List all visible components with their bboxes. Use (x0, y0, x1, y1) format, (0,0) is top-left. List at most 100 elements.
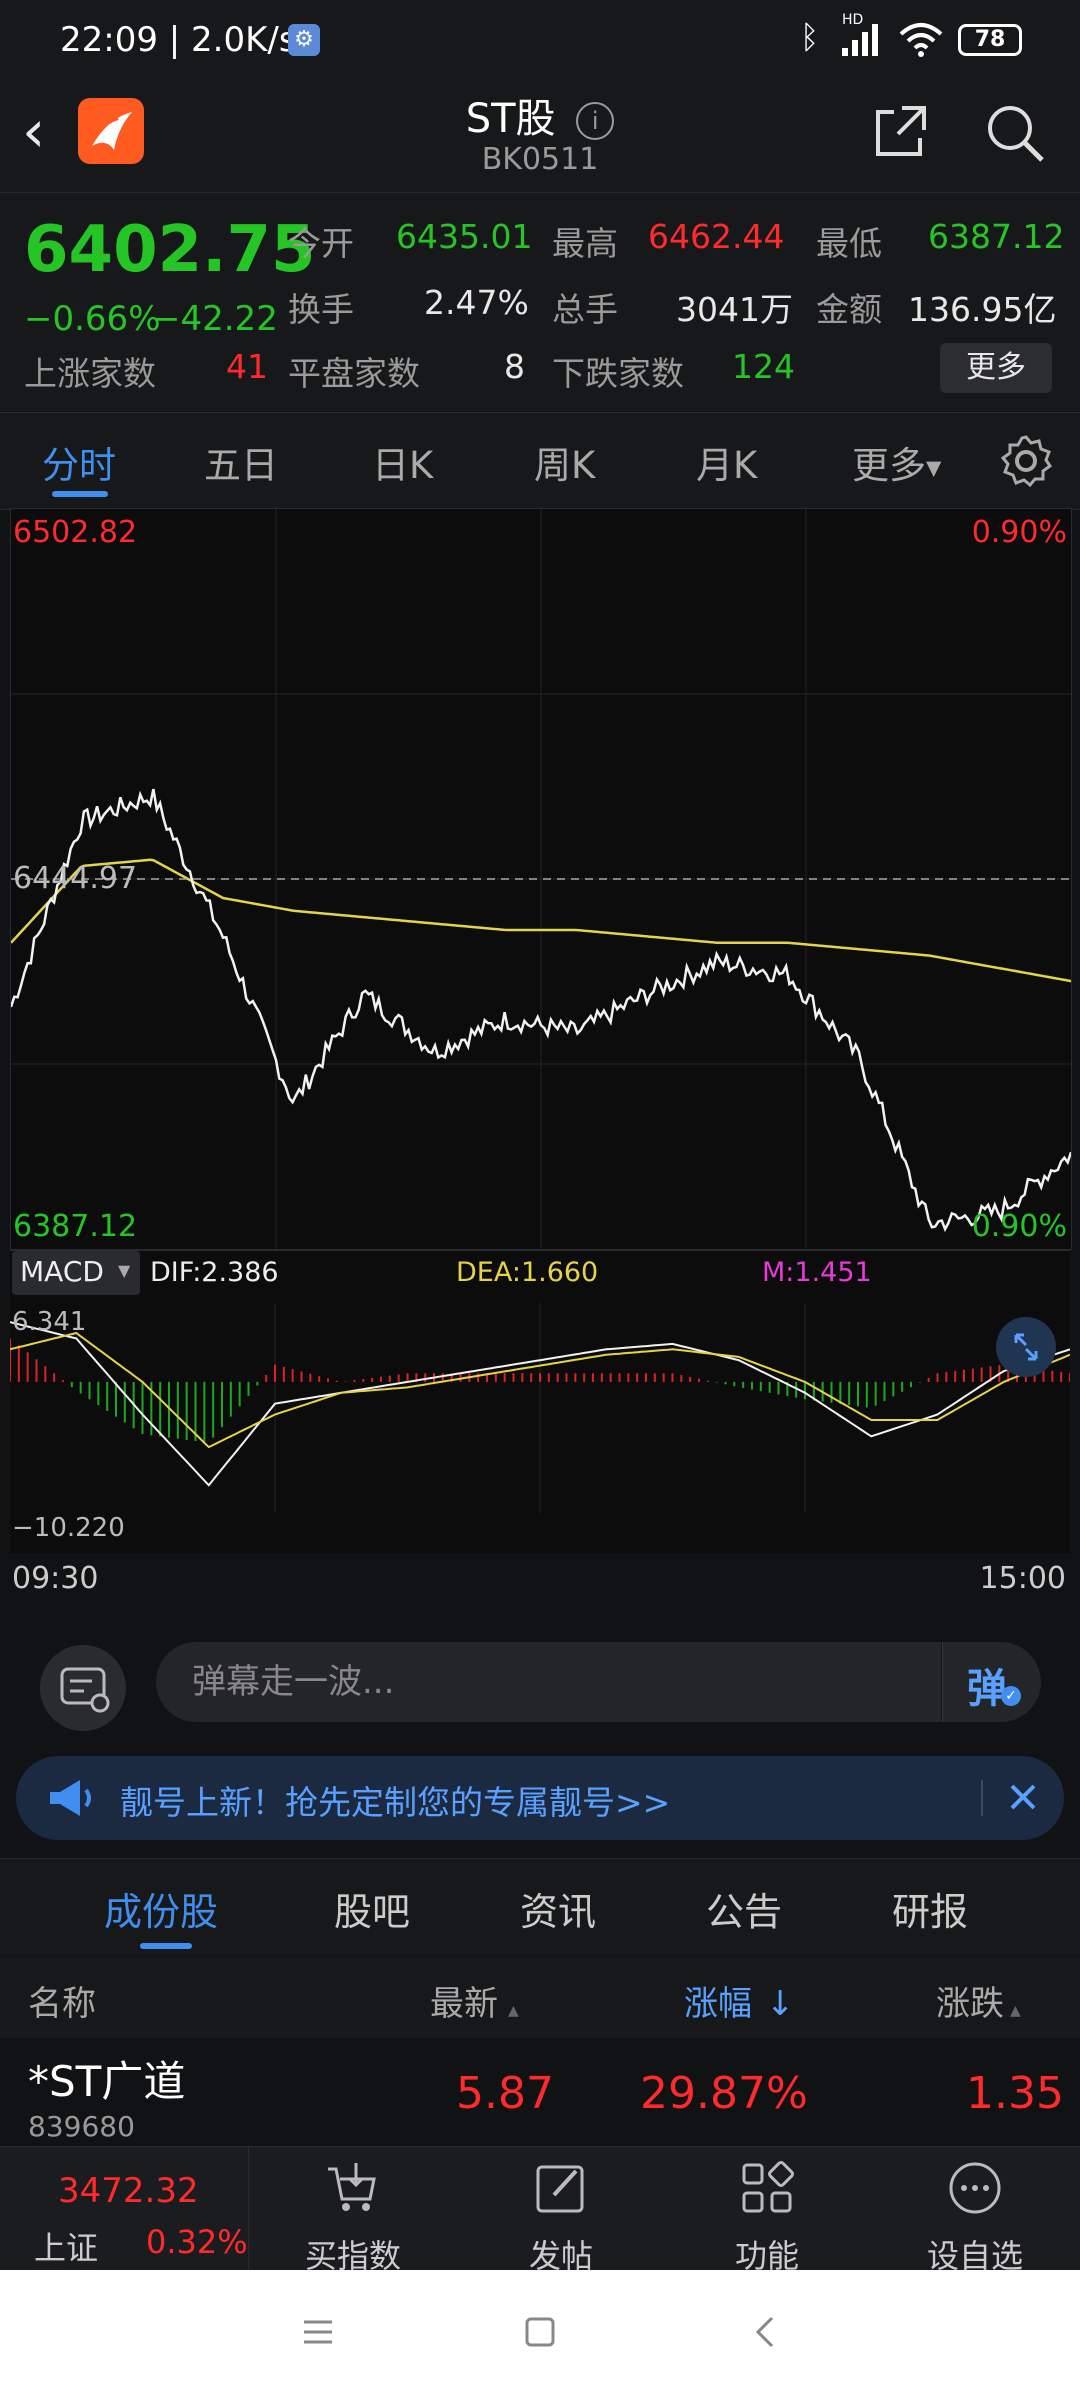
subtab-underline (140, 1943, 192, 1949)
high-label: 最高 (552, 224, 618, 263)
amount-value: 136.95亿 (908, 290, 1057, 329)
flat-count: 8 (504, 347, 525, 386)
up-count: 41 (226, 347, 268, 386)
banner-text: 靓号上新！抢先定制您的专属靓号>> (120, 1783, 671, 1822)
stock-chg: 1.35 (966, 2068, 1064, 2119)
volume-label: 总手 (552, 290, 618, 329)
time-end-label: 15:00 (979, 1561, 1066, 1596)
col-last[interactable]: 最新 ▲ (430, 1976, 519, 2025)
tab-research[interactable]: 研报 (892, 1881, 968, 1936)
macd-chart-svg (10, 1303, 1070, 1513)
divider (981, 1780, 983, 1816)
col-pct[interactable]: 涨幅 ↓ (684, 1976, 795, 2025)
high-value: 6462.44 (648, 217, 785, 256)
add-watchlist-button[interactable]: 设自选 (890, 2147, 1060, 2275)
close-icon[interactable] (998, 1772, 1048, 1826)
col-name[interactable]: 名称 (28, 1976, 96, 2025)
price-min-label: 6387.12 (13, 1209, 138, 1244)
system-nav-bar (0, 2270, 1080, 2400)
index-value: 3472.32 (58, 2171, 199, 2211)
wifi-icon (898, 20, 944, 62)
content-tabs: 成份股 股吧 资讯 公告 研报 (0, 1858, 1080, 1955)
macd-dif: DIF:2.386 (150, 1257, 279, 1288)
volume-value: 3041万 (676, 290, 793, 329)
megaphone-icon (46, 1776, 96, 1824)
intraday-chart[interactable]: 6502.82 0.90% 6444.97 6387.12 0.90% (10, 508, 1072, 1250)
cart-icon (328, 2163, 376, 2211)
sort-icon: ▲ (508, 2003, 519, 2019)
col-last-label: 最新 (430, 1984, 498, 2024)
tab-news[interactable]: 资讯 (520, 1881, 596, 1936)
tab-daily-k[interactable]: 日K (372, 435, 433, 489)
macd-label: MACD (20, 1255, 104, 1288)
edit-icon (536, 2165, 584, 2213)
home-icon[interactable] (522, 2314, 558, 2354)
post-button[interactable]: 发帖 (476, 2147, 646, 2275)
gear-icon[interactable] (998, 433, 1054, 493)
tab-intraday[interactable]: 分时 (42, 435, 116, 489)
check-icon: ✓ (1001, 1686, 1021, 1706)
more-dots-icon (949, 2162, 1001, 2214)
tab-underline (52, 491, 108, 497)
danmaku-button-label: 弹 (967, 1666, 1007, 1712)
stock-name: *ST广道 (28, 2057, 186, 2106)
tab-constituents[interactable]: 成份股 (104, 1881, 218, 1936)
macd-dea: DEA:1.660 (456, 1257, 599, 1288)
more-button[interactable]: 更多 (940, 343, 1052, 393)
dropdown-icon: ▼ (926, 455, 942, 480)
pct-max-label: 0.90% (971, 515, 1067, 550)
macd-max-label: 6.341 (12, 1307, 87, 1337)
danmaku-settings-button[interactable] (40, 1645, 126, 1731)
low-label: 最低 (816, 224, 882, 263)
down-count: 124 (732, 347, 795, 386)
page-title: ST股 (465, 96, 556, 142)
price-max-label: 6502.82 (13, 515, 138, 550)
tab-monthly-k[interactable]: 月K (696, 435, 757, 489)
sort-desc-icon: ↓ (766, 1984, 795, 2024)
share-icon[interactable] (872, 102, 930, 164)
tab-announcements[interactable]: 公告 (706, 1881, 782, 1936)
macd-min-label: −10.220 (12, 1513, 125, 1543)
tab-five-day[interactable]: 五日 (204, 435, 278, 489)
period-tabs: 分时 五日 日K 周K 月K 更多▼ (0, 412, 1080, 510)
sort-icon: ▲ (1010, 2003, 1021, 2019)
col-chg-label: 涨跌 (936, 1984, 1004, 2024)
danmaku-toggle-button[interactable]: 弹 ✓ (942, 1642, 1041, 1722)
buy-index-button[interactable]: 买指数 (268, 2147, 438, 2275)
search-icon[interactable] (984, 102, 1046, 168)
bluetooth-icon: ᛒ (800, 18, 820, 56)
stock-code: 839680 (28, 2110, 135, 2143)
turnover-label: 换手 (288, 290, 354, 329)
status-time: 22:09 | 2.0K/s (60, 20, 297, 60)
back-nav-icon[interactable] (748, 2314, 784, 2354)
open-label: 今开 (288, 224, 354, 263)
flat-count-label: 平盘家数 (288, 354, 420, 393)
expand-icon[interactable] (996, 1317, 1056, 1377)
tab-more[interactable]: 更多▼ (852, 435, 941, 489)
tab-more-label: 更多 (852, 444, 926, 487)
low-value: 6387.12 (928, 217, 1065, 256)
price-chart-svg (11, 509, 1071, 1249)
grid-icon (742, 2161, 794, 2213)
tab-forum[interactable]: 股吧 (334, 1881, 410, 1936)
macd-m: M:1.451 (762, 1257, 872, 1288)
functions-button[interactable]: 功能 (682, 2147, 852, 2275)
col-chg[interactable]: 涨跌 ▲ (936, 1976, 1021, 2025)
danmaku-input[interactable]: 弹幕走一波... (156, 1642, 941, 1722)
settings-icon: ⚙ (288, 24, 320, 56)
tab-weekly-k[interactable]: 周K (534, 435, 595, 489)
app-header: ‹ ST股 i BK0511 (0, 82, 1080, 192)
prev-close-label: 6444.97 (13, 861, 138, 896)
network-label: HD (842, 12, 864, 28)
index-pct: 0.32% (146, 2223, 248, 2261)
current-price: 6402.75 (24, 213, 316, 287)
promo-banner[interactable]: 靓号上新！抢先定制您的专属靓号>> (16, 1756, 1064, 1840)
macd-selector[interactable]: MACD ▼ (12, 1251, 140, 1295)
menu-icon[interactable] (300, 2314, 336, 2354)
info-icon[interactable]: i (576, 102, 615, 140)
macd-panel[interactable]: MACD ▼ DIF:2.386 DEA:1.660 M:1.451 6.341… (10, 1250, 1070, 1596)
table-row[interactable]: *ST广道 839680 5.87 29.87% 1.35 (0, 2040, 1080, 2144)
down-count-label: 下跌家数 (552, 354, 684, 393)
index-ticker[interactable]: 3472.32 上证 0.32% (0, 2147, 249, 2271)
status-bar: 22:09 | 2.0K/s ⚙ ᛒ HD 78 (0, 0, 1080, 82)
